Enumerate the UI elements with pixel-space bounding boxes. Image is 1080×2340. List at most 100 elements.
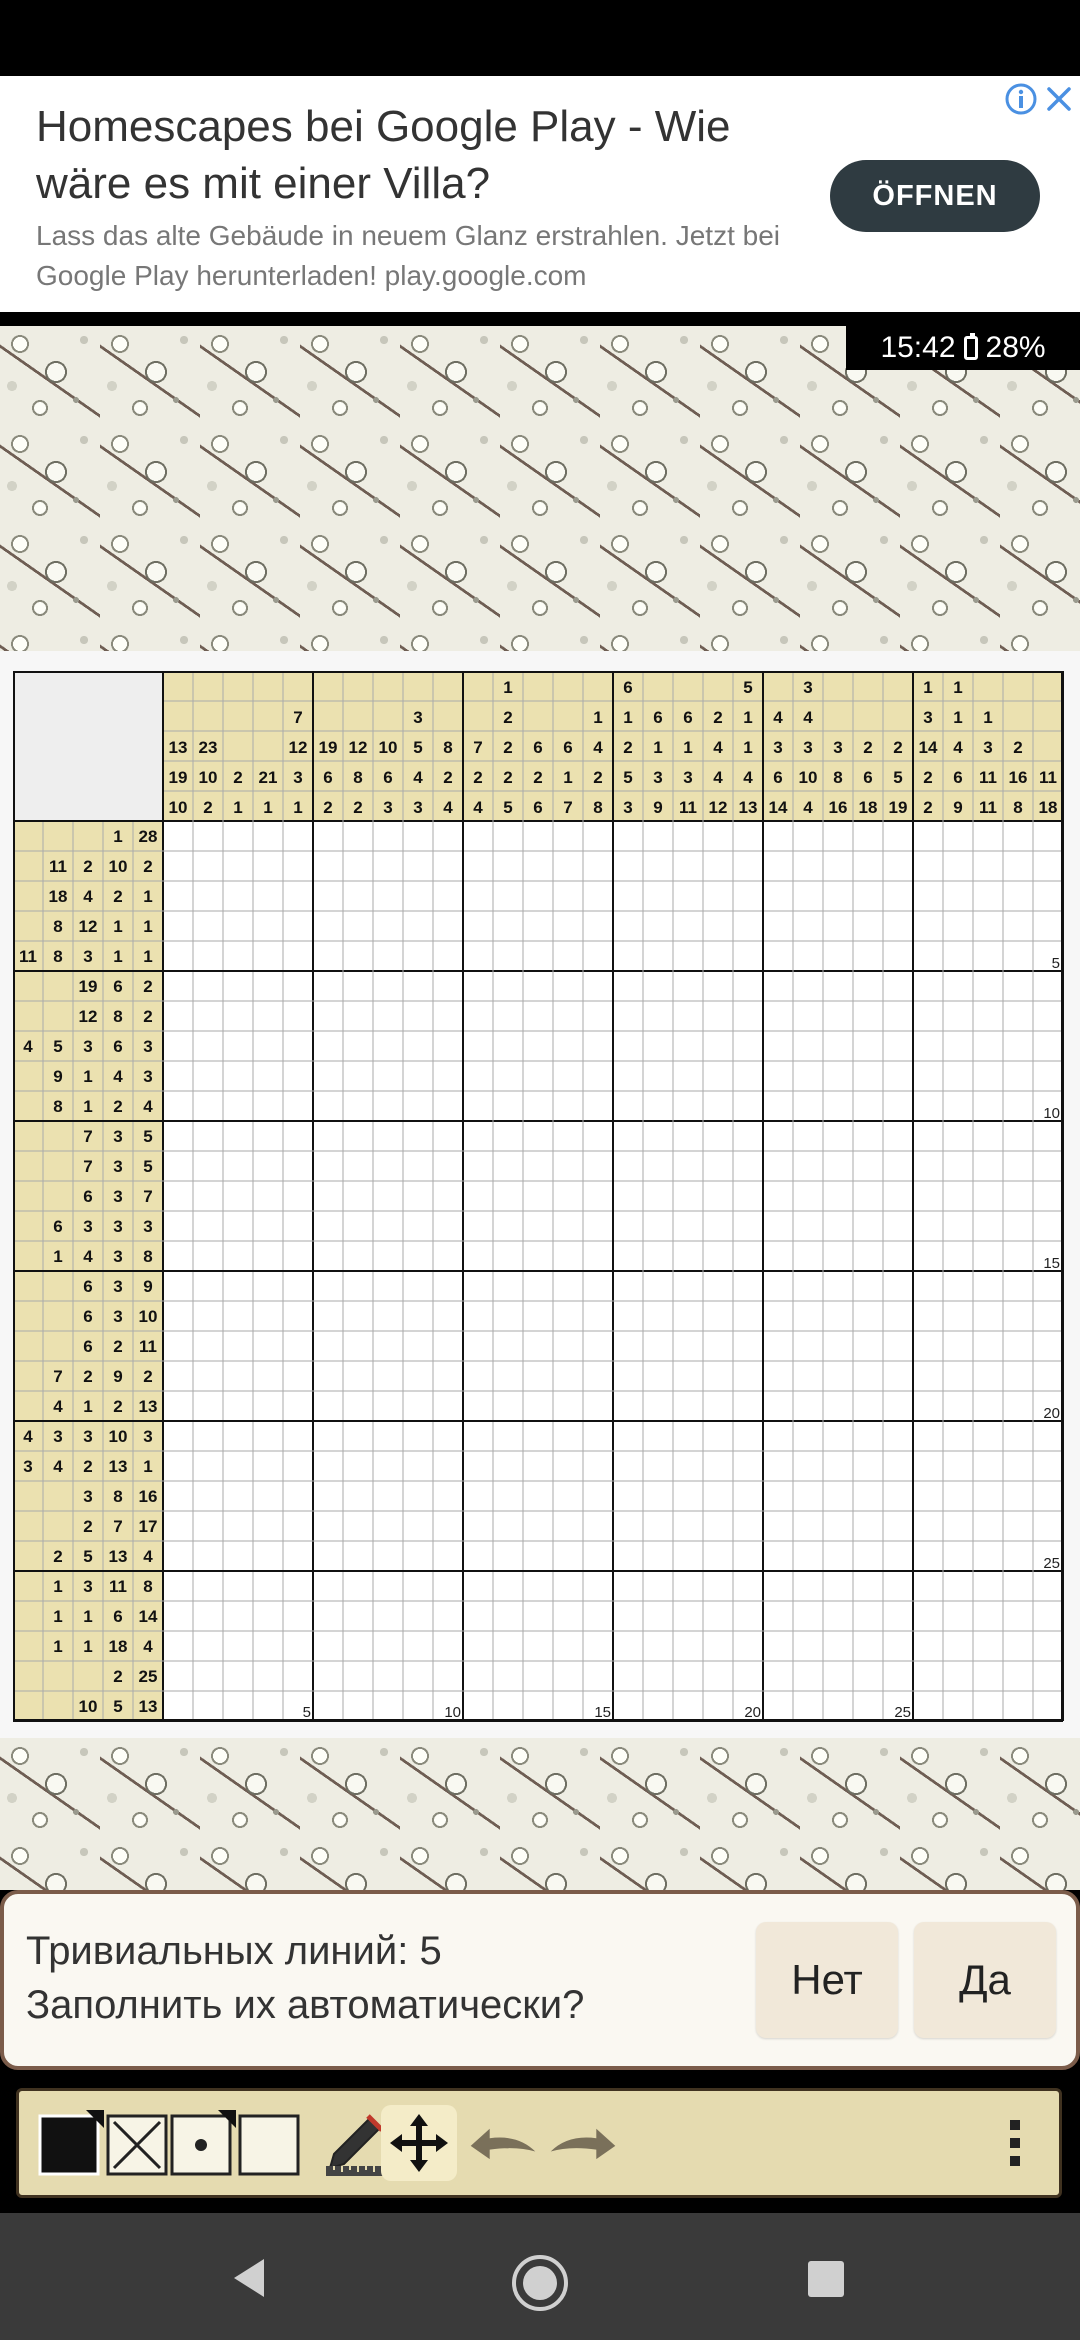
row-clue-number: 5 <box>113 1697 122 1716</box>
column-clue-number: 8 <box>1013 798 1022 817</box>
column-clue-number: 2 <box>503 708 512 727</box>
row-clue-number: 6 <box>113 1607 122 1626</box>
row-clue-number: 4 <box>53 1397 63 1416</box>
yes-button[interactable]: Да <box>914 1922 1056 2038</box>
row-clue-number: 4 <box>53 1457 63 1476</box>
redo-icon[interactable] <box>545 2105 621 2181</box>
row-index-marker: 15 <box>1043 1255 1060 1272</box>
column-clue-number: 4 <box>413 768 423 787</box>
row-clue-number: 4 <box>143 1637 153 1656</box>
row-clue-number: 1 <box>53 1577 62 1596</box>
column-clue-number: 10 <box>169 798 188 817</box>
column-clue-number: 5 <box>413 738 422 757</box>
row-clue-number: 6 <box>83 1187 92 1206</box>
row-clue-number: 4 <box>143 1547 153 1566</box>
row-clue-number: 1 <box>83 1397 92 1416</box>
row-clue-number: 3 <box>83 1037 92 1056</box>
nonogram-puzzle[interactable]: 10 19 13 2 10 23 1 2 1 21 1 3 12 7 2 6 19 2 8 12 3 6 10 3 4 5 3 4 2 8… <box>12 670 1067 1730</box>
column-clue-number: 6 <box>863 768 872 787</box>
puzzle-board: 10 19 13 2 10 23 1 2 1 21 1 3 12 7 2 6 19 2 8 12 3 6 10 3 4 5 3 4 2 8… <box>0 651 1080 1738</box>
column-clue-number: 1 <box>503 678 512 697</box>
row-clue-number: 10 <box>109 857 128 876</box>
column-clue-number: 6 <box>563 738 572 757</box>
column-clue-number: 3 <box>773 738 782 757</box>
column-clue-number: 19 <box>889 798 908 817</box>
column-clue-number: 6 <box>323 768 332 787</box>
row-clue-number: 10 <box>79 1697 98 1716</box>
ad-title[interactable]: Homescapes bei Google Play - Wie wäre es… <box>36 98 776 212</box>
column-clue-number: 1 <box>983 708 992 727</box>
no-button[interactable]: Нет <box>756 1922 898 2038</box>
column-clue-number: 3 <box>413 708 422 727</box>
column-clue-number: 2 <box>533 768 542 787</box>
column-clue-number: 1 <box>953 678 962 697</box>
row-clue-number: 3 <box>23 1457 32 1476</box>
row-clue-number: 17 <box>139 1517 158 1536</box>
column-clue-number: 11 <box>1039 768 1057 787</box>
column-clue-number: 11 <box>979 768 997 787</box>
row-clue-number: 7 <box>143 1187 152 1206</box>
column-clue-number: 6 <box>533 738 542 757</box>
fill-square-icon[interactable] <box>33 2105 109 2181</box>
dot-mark-icon[interactable] <box>165 2105 241 2181</box>
column-clue-number: 2 <box>353 798 362 817</box>
row-clue-number: 1 <box>113 827 122 846</box>
row-clue-number: 4 <box>23 1037 33 1056</box>
column-clue-number: 13 <box>739 798 758 817</box>
row-index-marker: 25 <box>1043 1555 1060 1572</box>
row-clue-number: 2 <box>83 1457 92 1476</box>
ad-banner[interactable]: Homescapes bei Google Play - Wie wäre es… <box>0 76 1080 312</box>
row-clue-number: 1 <box>143 887 152 906</box>
row-clue-number: 16 <box>139 1487 158 1506</box>
column-clue-number: 2 <box>233 768 242 787</box>
column-clue-number: 1 <box>953 708 962 727</box>
column-clue-number: 5 <box>623 768 632 787</box>
row-clue-number: 3 <box>53 1427 62 1446</box>
row-clue-number: 28 <box>139 827 158 846</box>
nonogram-grid[interactable]: 1019132102312121131272619281236103453428… <box>12 670 1067 1725</box>
clock-time: 15:42 <box>880 331 956 364</box>
row-clue-number: 2 <box>143 1367 152 1386</box>
row-clue-number: 2 <box>113 1397 122 1416</box>
close-icon[interactable] <box>1042 82 1076 116</box>
back-icon[interactable] <box>226 2253 276 2303</box>
row-clue-number: 9 <box>143 1277 152 1296</box>
row-clue-number: 13 <box>139 1397 158 1416</box>
ad-open-button[interactable]: ÖFFNEN <box>830 160 1040 232</box>
clock-indicator: 15:42 28% <box>846 326 1080 370</box>
row-clue-number: 6 <box>83 1277 92 1296</box>
row-clue-number: 7 <box>83 1157 92 1176</box>
undo-icon[interactable] <box>465 2105 541 2181</box>
column-clue-number: 2 <box>203 798 212 817</box>
column-clue-number: 2 <box>863 738 872 757</box>
move-arrows-icon[interactable] <box>381 2105 457 2181</box>
row-clue-number: 2 <box>83 1517 92 1536</box>
row-clue-number: 2 <box>143 977 152 996</box>
row-clue-number: 5 <box>143 1157 152 1176</box>
column-clue-number: 4 <box>953 738 963 757</box>
floral-background-top <box>0 326 1080 651</box>
row-clue-number: 4 <box>23 1427 33 1446</box>
row-clue-number: 11 <box>109 1577 127 1596</box>
row-clue-number: 1 <box>143 917 152 936</box>
column-clue-number: 2 <box>473 768 482 787</box>
row-clue-number: 7 <box>83 1127 92 1146</box>
cross-mark-icon[interactable] <box>99 2105 175 2181</box>
row-clue-number: 3 <box>113 1187 122 1206</box>
row-clue-number: 12 <box>79 917 98 936</box>
home-icon[interactable] <box>510 2253 570 2313</box>
more-menu-icon[interactable] <box>977 2105 1053 2181</box>
column-clue-number: 16 <box>1009 768 1028 787</box>
recent-apps-icon[interactable] <box>806 2259 846 2299</box>
info-icon[interactable] <box>1004 82 1038 116</box>
row-clue-number: 3 <box>143 1217 152 1236</box>
dialog-line-1: Тривиальных линий: 5 <box>26 1929 442 1973</box>
ad-subtitle[interactable]: Lass das alte Gebäude in neuem Glanz ers… <box>36 216 816 296</box>
empty-square-icon[interactable] <box>231 2105 307 2181</box>
column-clue-number: 4 <box>473 798 483 817</box>
row-clue-number: 8 <box>53 1097 62 1116</box>
row-clue-number: 4 <box>113 1067 123 1086</box>
navigation-bar <box>0 2213 1080 2340</box>
column-clue-number: 12 <box>709 798 728 817</box>
row-clue-number: 3 <box>113 1247 122 1266</box>
